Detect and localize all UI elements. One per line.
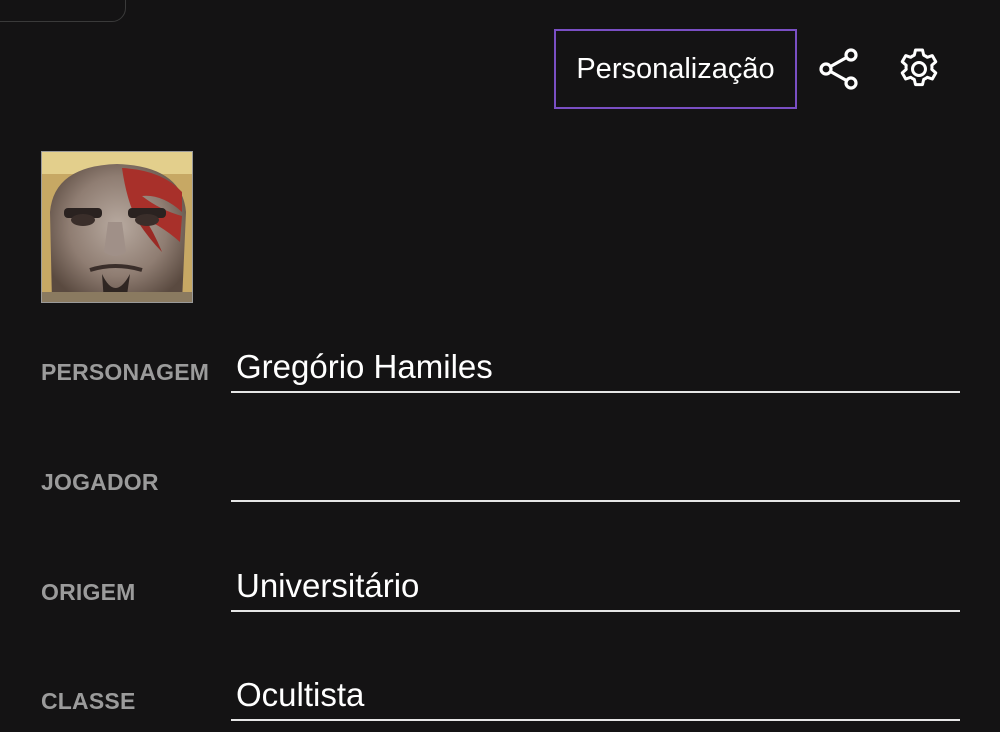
jogador-label: JOGADOR — [41, 469, 159, 495]
top-left-tab[interactable] — [0, 0, 126, 22]
character-sheet-page: Personalização PERSONAGEM Gregório Hamil… — [0, 0, 1000, 732]
settings-button[interactable] — [889, 39, 949, 99]
classe-field[interactable]: Ocultista — [231, 675, 960, 721]
character-avatar[interactable] — [41, 151, 193, 303]
gear-icon — [900, 48, 938, 87]
character-portrait-image — [42, 152, 192, 302]
origem-field[interactable]: Universitário — [231, 566, 960, 612]
classe-label: CLASSE — [41, 688, 136, 714]
share-icon — [819, 48, 858, 90]
personalize-button[interactable]: Personalização — [554, 29, 797, 109]
share-button[interactable] — [808, 39, 868, 99]
personagem-field[interactable]: Gregório Hamiles — [231, 347, 960, 393]
toolbar: Personalização — [554, 29, 949, 109]
personagem-label: PERSONAGEM — [41, 359, 210, 385]
jogador-field[interactable] — [231, 456, 960, 502]
origem-label: ORIGEM — [41, 579, 136, 605]
